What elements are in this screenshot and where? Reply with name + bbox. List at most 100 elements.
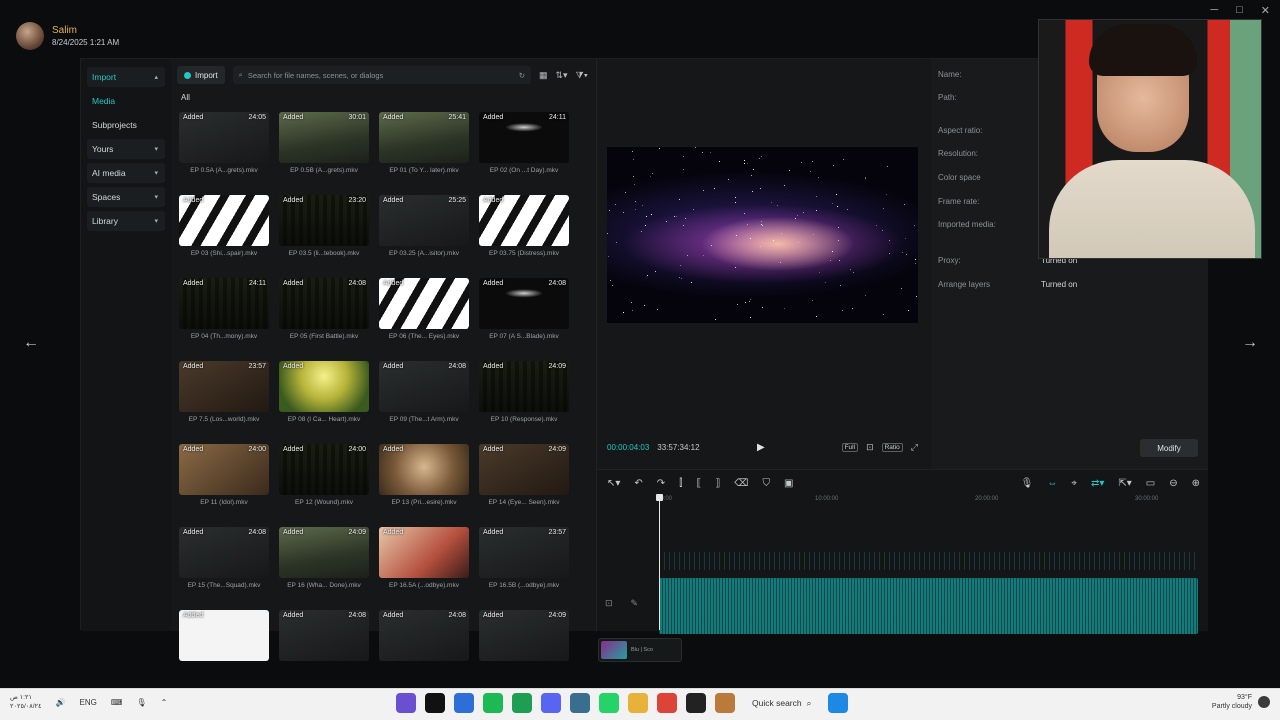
media-thumbnail[interactable]: Added 23:57 (479, 527, 569, 578)
media-tile[interactable]: Added EP 16.5A (...odbye).mkv (379, 527, 469, 604)
preview-canvas[interactable] (607, 147, 918, 323)
media-tile[interactable]: Added 24:09 (479, 610, 569, 687)
game-thumb-icon[interactable] (715, 693, 735, 713)
media-thumbnail[interactable]: Added 24:00 (279, 444, 369, 495)
timeline-ruler[interactable]: 00:00 10:00:00 20:00:00 30:00:00 (657, 496, 1202, 506)
media-thumbnail[interactable]: Added 23:20 (279, 195, 369, 246)
media-tile[interactable]: Added EP 13 (Pri...esire).mkv (379, 444, 469, 521)
media-thumbnail[interactable]: Added 24:08 (479, 278, 569, 329)
zoom-in-icon[interactable]: ⊕ (1192, 478, 1200, 489)
nav-yours[interactable]: Yours ▾ (87, 139, 165, 159)
playhead[interactable] (656, 494, 663, 630)
media-thumbnail[interactable]: Added (279, 361, 369, 412)
media-thumbnail[interactable]: Added (179, 610, 269, 661)
trim-left-icon[interactable]: ⟦ (696, 478, 701, 489)
marker-icon[interactable]: ⛉ (762, 478, 770, 489)
media-tile[interactable]: Added 24:08 EP 07 (A S...Blade).mkv (479, 278, 569, 355)
quick-search-button[interactable]: Quick search ⌕ (752, 698, 811, 709)
media-thumbnail[interactable]: Added 24:11 (179, 278, 269, 329)
media-thumbnail[interactable]: Added 24:08 (279, 278, 369, 329)
spotify-icon[interactable] (483, 693, 503, 713)
search-input[interactable]: ⌕ Search for file names, scenes, or dial… (232, 66, 531, 84)
view-toggle-icon[interactable]: ▦ (539, 70, 548, 81)
discord-icon[interactable] (541, 693, 561, 713)
captions-icon[interactable]: ▭ (1146, 478, 1155, 489)
media-tile[interactable]: Added 24:08 (279, 610, 369, 687)
magnet-icon[interactable]: ⇄▾ (1091, 478, 1104, 489)
keyboard-icon[interactable]: ⌨ (111, 698, 123, 707)
media-thumbnail[interactable]: Added 24:05 (179, 112, 269, 163)
nav-import[interactable]: Import ▴ (87, 67, 165, 87)
timeline-clip[interactable] (659, 578, 1198, 634)
media-thumbnail[interactable]: Added (379, 278, 469, 329)
whatsapp-icon[interactable] (599, 693, 619, 713)
minimize-icon[interactable]: ─ (1210, 4, 1218, 17)
volume-icon[interactable]: 🔊 (56, 698, 66, 707)
ratio-button[interactable]: Ratio (881, 442, 903, 452)
media-thumbnail[interactable]: Added 24:09 (479, 444, 569, 495)
media-thumbnail[interactable]: Added 24:09 (479, 610, 569, 661)
media-tile[interactable]: Added 24:09 EP 10 (Response).mkv (479, 361, 569, 438)
media-tile[interactable]: Added 25:41 EP 01 (To Y... later).mkv (379, 112, 469, 189)
nav-ai-media[interactable]: AI media ▾ (87, 163, 165, 183)
chrome-icon[interactable] (657, 693, 677, 713)
link-icon[interactable]: ⇔ (1047, 478, 1057, 489)
media-tile[interactable]: Added 24:11 EP 02 (On ...t Day).mkv (479, 112, 569, 189)
media-thumbnail[interactable]: Added 24:00 (179, 444, 269, 495)
media-thumbnail[interactable]: Added 24:08 (379, 610, 469, 661)
detail-value-arrange[interactable]: Turned on (1041, 280, 1077, 289)
media-tile[interactable]: Added (179, 610, 269, 687)
filter-icon[interactable]: ⧩▾ (576, 70, 588, 81)
fullscreen-icon[interactable]: ⤢ (911, 442, 918, 453)
shield-icon[interactable] (454, 693, 474, 713)
media-tile[interactable]: Added 24:09 EP 16 (Wha... Done).mkv (279, 527, 369, 604)
media-tile[interactable]: Added 25:25 EP 03.25 (A...isitor).mkv (379, 195, 469, 272)
media-tile[interactable]: Added EP 06 (The... Eyes).mkv (379, 278, 469, 355)
media-tile[interactable]: Added 24:08 EP 09 (The...t Arm).mkv (379, 361, 469, 438)
avatar[interactable] (16, 22, 44, 50)
split-icon[interactable]: ⫿ (679, 478, 682, 489)
media-thumbnail[interactable]: Added 24:08 (379, 361, 469, 412)
game-icon[interactable] (512, 693, 532, 713)
media-thumbnail[interactable]: Added 24:08 (279, 610, 369, 661)
media-tile[interactable]: Added 23:57 EP 7.5 (Los...world).mkv (179, 361, 269, 438)
all-filter-label[interactable]: All (181, 93, 190, 102)
zoom-out-icon[interactable]: ⊖ (1169, 478, 1177, 489)
chevron-up-icon[interactable]: ⌃ (161, 698, 168, 707)
media-tile[interactable]: Added 24:00 EP 12 (Wound).mkv (279, 444, 369, 521)
folder-icon[interactable] (628, 693, 648, 713)
undo-icon[interactable]: ↶ (634, 478, 642, 489)
language-indicator[interactable]: ENG (80, 698, 97, 707)
select-tool-icon[interactable]: ↖▾ (607, 478, 620, 489)
edit-pencil-icon[interactable]: ✎ (631, 598, 639, 609)
browser-icon[interactable] (570, 693, 590, 713)
calendar-icon[interactable] (396, 693, 416, 713)
media-thumbnail[interactable]: Added 24:09 (479, 361, 569, 412)
full-button[interactable]: Full (841, 442, 859, 452)
import-button[interactable]: Import (177, 66, 225, 84)
dock-preview[interactable]: Blu | Sco (598, 638, 682, 662)
maximize-icon[interactable]: □ (1236, 4, 1243, 17)
media-thumbnail[interactable]: Added 24:11 (479, 112, 569, 163)
nav-library[interactable]: Library ▾ (87, 211, 165, 231)
media-thumbnail[interactable]: Added 25:41 (379, 112, 469, 163)
redo-icon[interactable]: ↷ (657, 478, 665, 489)
media-thumbnail[interactable]: Added (379, 527, 469, 578)
media-tile[interactable]: Added 24:05 EP 0.5A (A...grets).mkv (179, 112, 269, 189)
media-tile[interactable]: Added EP 03 (Shi...spair).mkv (179, 195, 269, 272)
sort-icon[interactable]: ⇅▾ (556, 70, 568, 81)
media-tile[interactable]: Added 24:08 EP 05 (First Battle).mkv (279, 278, 369, 355)
media-thumbnail[interactable]: Added 24:09 (279, 527, 369, 578)
media-thumbnail[interactable]: Added 30:01 (279, 112, 369, 163)
snap-icon[interactable]: ⌖ (1071, 478, 1077, 489)
play-icon[interactable]: ▶ (757, 442, 765, 453)
media-thumbnail[interactable]: Added 23:57 (179, 361, 269, 412)
media-tile[interactable]: Added 23:20 EP 03.5 (li...tebook).mkv (279, 195, 369, 272)
media-thumbnail[interactable]: Added 25:25 (379, 195, 469, 246)
media-tile[interactable]: Added 24:08 EP 15 (The...Squad).mkv (179, 527, 269, 604)
microphone-icon[interactable]: 🎙 (136, 698, 146, 707)
taskbar-weather[interactable]: 93°F Partly cloudy (1212, 693, 1270, 711)
media-thumbnail[interactable]: Added 24:08 (179, 527, 269, 578)
previous-arrow-icon[interactable]: ← (20, 332, 42, 354)
trim-right-icon[interactable]: ⟧ (715, 478, 720, 489)
